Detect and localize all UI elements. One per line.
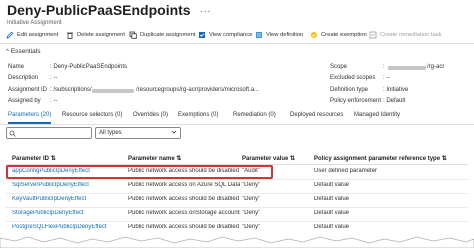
edit-assignment-button[interactable]: Edit assignment — [6, 31, 58, 39]
table-row[interactable]: SqlServerPublicIpDenyEffect Public netwo… — [6, 180, 468, 194]
table-row[interactable]: KeyVaultPublicIpDenyEffect Public networ… — [6, 194, 468, 208]
parameter-name-cell: Public network access on Azure SQL Data.… — [128, 182, 240, 188]
duplicate-assignment-button[interactable]: Duplicate assignment — [129, 31, 195, 39]
page-title: Deny-PublicPaaSEndpoints — [7, 2, 191, 18]
chevron-up-icon: ^ — [6, 49, 9, 55]
sort-icon: ⇅ — [176, 156, 182, 162]
essentials-scope-separator: : — [383, 64, 385, 70]
exemption-icon — [310, 31, 318, 39]
reference-type-cell: Default value — [314, 224, 350, 230]
essentials-name-key: Name — [8, 64, 25, 70]
tab-managed-identity[interactable]: Managed Identity — [354, 112, 400, 118]
create-exemption-button[interactable]: Create exemption — [310, 31, 367, 39]
copy-icon — [129, 31, 137, 39]
search-icon — [9, 130, 16, 137]
essentials-assigned-by-key: Assigned by — [8, 98, 41, 104]
compliance-icon — [198, 31, 206, 39]
parameter-value-cell: "Deny" — [242, 224, 261, 230]
tab-deployed-resources[interactable]: Deployed resources — [290, 112, 343, 118]
parameter-value-cell: "Deny" — [242, 196, 261, 202]
torn-edge — [0, 236, 474, 248]
remediation-icon — [369, 31, 377, 39]
command-bar: Edit assignment Delete assignment Duplic… — [0, 29, 474, 44]
parameter-id-cell[interactable]: KeyVaultPublicIpDenyEffect — [12, 196, 124, 202]
highlight-box — [6, 165, 273, 179]
essentials-toggle[interactable]: ^ Essentials — [6, 48, 40, 55]
parameter-id-cell[interactable]: StoragePublicIpDenyEffect — [12, 210, 124, 216]
parameter-id-cell[interactable]: SqlServerPublicIpDenyEffect — [12, 182, 124, 188]
search-input[interactable] — [6, 127, 92, 139]
column-header-reference-type[interactable]: Policy assignment parameter reference ty… — [314, 155, 447, 162]
tabs-divider — [0, 124, 474, 125]
essentials-description-key: Description — [8, 75, 39, 81]
table-row[interactable]: StoragePublicIpDenyEffect Public network… — [6, 208, 468, 222]
tab-resource-selectors[interactable]: Resource selectors (0) — [62, 112, 122, 118]
sort-icon: ⇅ — [50, 156, 56, 162]
view-compliance-button[interactable]: View compliance — [198, 31, 252, 39]
reference-type-cell: User defined parameter — [314, 168, 378, 174]
redacted-subscription-id — [92, 89, 134, 93]
view-definition-button[interactable]: View definition — [255, 31, 303, 39]
sort-icon: ⇅ — [441, 156, 447, 162]
parameter-name-cell: Public network access should be disabled… — [128, 196, 240, 202]
reference-type-cell: Default value — [314, 210, 350, 216]
parameter-value-cell: "Deny" — [242, 210, 261, 216]
tab-parameters[interactable]: Parameters (20) — [8, 112, 52, 124]
reference-type-cell: Default value — [314, 182, 350, 188]
essentials-assignment-id-prefix: : /subscriptions/ — [50, 87, 92, 93]
essentials-excluded-scopes-value: : -- — [383, 75, 391, 81]
essentials-scope-key: Scope — [330, 64, 348, 70]
essentials-definition-type-key: Definition type — [330, 87, 369, 93]
column-header-parameter-value[interactable]: Parameter value ⇅ — [242, 155, 295, 162]
essentials-policy-enforcement-key: Policy enforcement — [330, 98, 382, 104]
essentials-assigned-by-value: : -- — [50, 98, 58, 104]
parameter-value-cell: "Deny" — [242, 182, 261, 188]
create-remediation-task-button[interactable]: Create remediation task — [369, 31, 442, 39]
essentials-name-value: : Deny-PublicPaaSEndpoints — [50, 64, 128, 70]
essentials-assignment-id-key: Assignment ID — [8, 87, 48, 93]
reference-type-cell: Default value — [314, 196, 350, 202]
parameter-id-cell[interactable]: PostgreSQLFlexPublicIpDenyEffect — [12, 224, 124, 230]
essentials-policy-enforcement-value: : Default — [383, 98, 406, 104]
definition-icon — [255, 31, 263, 39]
page-subtitle: Initiative Assignment — [7, 20, 62, 26]
sort-icon: ⇅ — [290, 156, 296, 162]
column-header-parameter-id[interactable]: Parameter ID ⇅ — [12, 155, 56, 162]
essentials-scope-value: /rg-acr — [427, 64, 445, 70]
essentials-definition-type-value: : Initiative — [383, 87, 409, 93]
tab-remediation[interactable]: Remediation (0) — [233, 112, 276, 118]
chevron-down-icon — [171, 129, 177, 137]
pencil-icon — [6, 31, 14, 39]
trash-icon — [66, 31, 74, 39]
delete-assignment-button[interactable]: Delete assignment — [66, 31, 125, 39]
redacted-scope — [388, 66, 426, 70]
types-dropdown[interactable]: All types — [95, 127, 181, 139]
more-options-icon[interactable]: ... — [200, 4, 211, 15]
tab-exemptions[interactable]: Exemptions (0) — [178, 112, 218, 118]
column-header-parameter-name[interactable]: Parameter name ⇅ — [128, 155, 181, 162]
parameter-name-cell: Public network access onStorage accounts… — [128, 210, 240, 216]
tab-overrides[interactable]: Overrides (0) — [133, 112, 168, 118]
essentials-assignment-id-suffix: /resourcegroups/rg-acr/providers/microso… — [136, 87, 260, 93]
essentials-description-value: : -- — [50, 75, 58, 81]
tab-strip: Parameters (20) Resource selectors (0) O… — [0, 112, 474, 124]
parameter-name-cell: Public network access should be disabled… — [128, 224, 240, 230]
essentials-excluded-scopes-key: Excluded scopes — [330, 75, 376, 81]
